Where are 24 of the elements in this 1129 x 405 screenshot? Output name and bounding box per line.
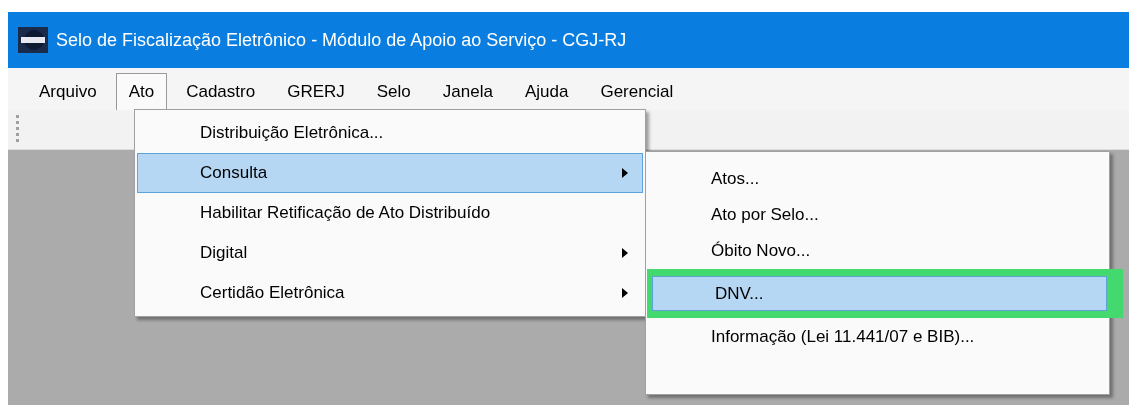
dropdown-menu-item[interactable]: Distribuição Eletrônica... xyxy=(137,113,643,153)
dropdown-menu-item[interactable]: Habilitar Retificação de Ato Distribuído xyxy=(137,193,643,233)
app-logo-icon xyxy=(18,27,48,53)
menu-bar-item[interactable]: Ajuda xyxy=(511,73,582,110)
menu-bar-item[interactable]: Arquivo xyxy=(26,73,110,110)
window-title: Selo de Fiscalização Eletrônico - Módulo de Apoio ao Serviço - CGJ-RJ xyxy=(56,28,627,52)
dropdown-menu-item[interactable]: Consulta xyxy=(137,153,643,193)
submenu-item[interactable]: Informação (Lei 11.441/07 e BIB)... xyxy=(648,319,1107,354)
submenu-item[interactable]: Atos... xyxy=(648,161,1107,196)
dropdown-menu-item[interactable]: Digital xyxy=(137,233,643,273)
menu-bar-item[interactable]: Selo xyxy=(363,73,424,110)
submenu-item[interactable]: Óbito Novo... xyxy=(648,233,1107,268)
dropdown-menu-item[interactable]: Certidão Eletrônica xyxy=(137,273,643,313)
menu-bar-item[interactable]: Ato xyxy=(115,73,168,110)
menu-bar-item[interactable]: Janela xyxy=(429,73,506,110)
toolbar-grip-icon xyxy=(16,114,19,145)
submenu-arrow-icon xyxy=(622,288,628,298)
submenu-arrow-icon xyxy=(622,168,628,178)
submenu-item[interactable]: Ato por Selo... xyxy=(648,197,1107,232)
menu-bar-item[interactable]: Cadastro xyxy=(173,73,269,110)
menu-bar-item[interactable]: GRERJ xyxy=(274,73,358,110)
submenu-arrow-icon xyxy=(622,248,628,258)
menu-bar-item[interactable]: Gerencial xyxy=(587,73,687,110)
submenu-item[interactable]: DNV... xyxy=(652,276,1107,311)
